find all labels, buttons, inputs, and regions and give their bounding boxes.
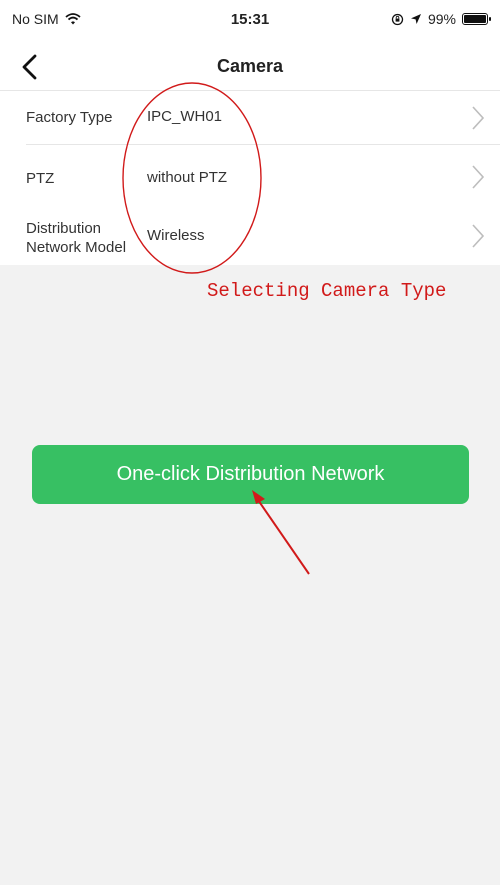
status-bar: No SIM 15:31 99% [0,0,500,44]
battery-percent: 99% [427,11,456,27]
row-label-line2: Network Model [26,239,127,256]
row-label: Distribution Network Model [26,219,126,257]
orientation-lock-icon [391,13,404,25]
location-icon [410,14,421,24]
annotation-text: Selecting Camera Type [207,280,447,302]
page-title: Camera [216,56,284,76]
battery-icon [462,13,491,25]
row-distribution-network-model[interactable]: Distribution Network Model Wireless [0,207,500,265]
row-value: Wireless [147,227,205,244]
one-click-distribution-button[interactable]: One-click Distribution Network [32,445,469,504]
row-factory-type[interactable]: Factory Type IPC_WH01 [0,91,500,145]
chevron-right-icon [472,106,485,130]
status-right: 99% [391,11,491,27]
chevron-right-icon [472,224,485,248]
chevron-right-icon [472,165,485,189]
row-value: without PTZ [147,169,228,186]
nav-bar: Camera [0,44,500,90]
row-label: Factory Type [26,109,113,126]
settings-list: Factory Type IPC_WH01 PTZ without PTZ Di… [0,90,500,265]
row-value: IPC_WH01 [147,108,223,125]
row-ptz[interactable]: PTZ without PTZ [0,145,500,207]
battery-level [464,15,486,23]
row-label-line1: Distribution [26,220,102,237]
row-label: PTZ [26,170,55,187]
